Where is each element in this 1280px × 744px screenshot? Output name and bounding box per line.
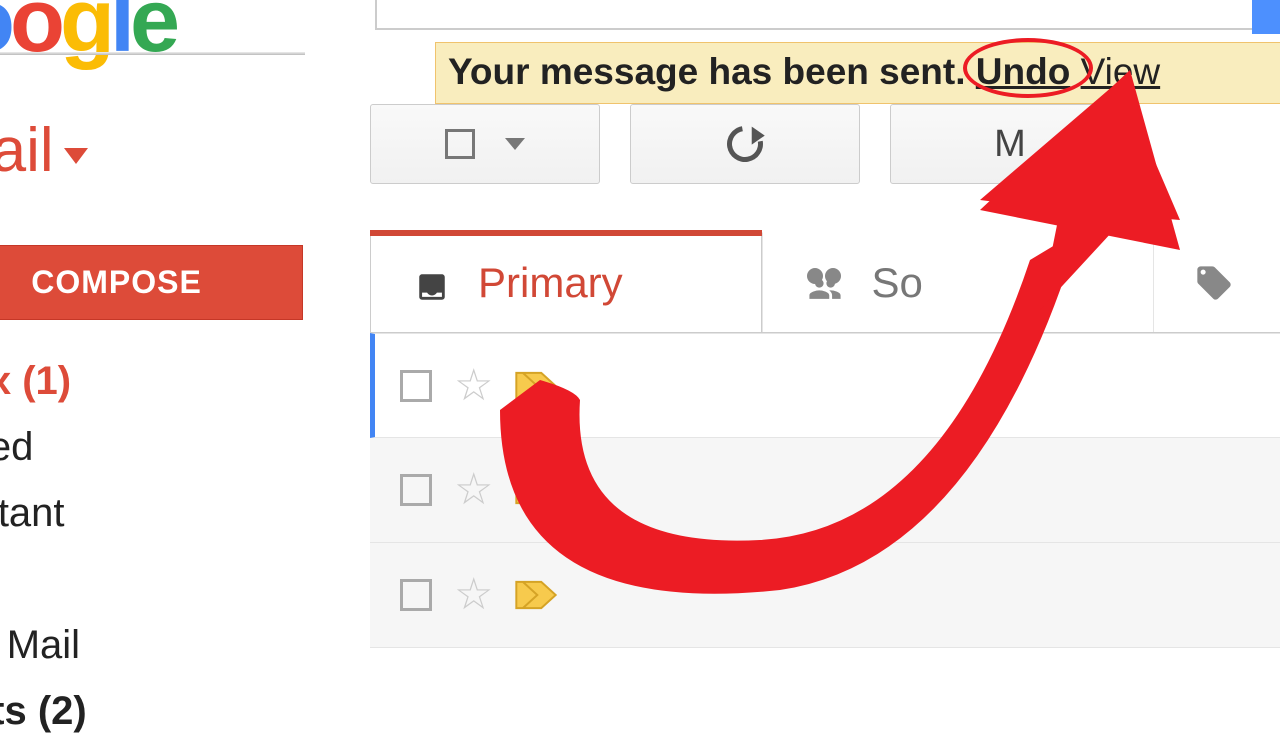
toast-text: Your message has been sent. (448, 51, 966, 92)
undo-link[interactable]: Undo (976, 51, 1071, 92)
folder-nav: box (1) arred portant ats ent Mail rafts… (0, 348, 87, 744)
refresh-icon (720, 119, 770, 169)
category-tabs: Primary So (370, 232, 1280, 333)
tab-primary[interactable]: Primary (370, 232, 762, 332)
inbox-icon (411, 266, 453, 300)
nav-chats[interactable]: ats (0, 546, 87, 612)
gmail-label-text: mail (0, 115, 54, 186)
search-button[interactable] (1252, 0, 1280, 34)
row-checkbox[interactable] (400, 370, 432, 402)
sent-toast: Your message has been sent. Undo View (435, 42, 1280, 104)
nav-sent-mail[interactable]: ent Mail (0, 612, 87, 678)
message-row[interactable]: ☆ (370, 543, 1280, 648)
star-icon[interactable]: ☆ (454, 468, 493, 512)
tab-primary-label: Primary (478, 259, 623, 307)
importance-marker-icon[interactable] (515, 371, 555, 401)
toolbar: M (370, 104, 1130, 184)
checkbox-icon (445, 129, 475, 159)
message-row[interactable]: ☆ (370, 333, 1280, 438)
more-button[interactable]: M (890, 104, 1130, 184)
refresh-button[interactable] (630, 104, 860, 184)
message-list: ☆ ☆ ☆ (370, 333, 1280, 648)
tag-icon (1194, 263, 1234, 303)
search-input[interactable] (375, 0, 1280, 30)
gmail-dropdown[interactable]: mail (0, 115, 88, 186)
nav-drafts[interactable]: rafts (2) (0, 678, 87, 744)
row-checkbox[interactable] (400, 474, 432, 506)
nav-inbox[interactable]: box (1) (0, 348, 87, 414)
caret-down-icon (64, 148, 88, 164)
select-dropdown-button[interactable] (370, 104, 600, 184)
message-row[interactable]: ☆ (370, 438, 1280, 543)
star-icon[interactable]: ☆ (454, 364, 493, 408)
importance-marker-icon[interactable] (515, 580, 555, 610)
tab-social[interactable]: So (762, 232, 1154, 332)
more-label: M (994, 123, 1026, 166)
importance-marker-icon[interactable] (515, 475, 555, 505)
nav-starred[interactable]: arred (0, 414, 87, 480)
tab-promotions[interactable] (1153, 232, 1280, 332)
nav-important[interactable]: portant (0, 480, 87, 546)
logo-shadow (0, 52, 305, 55)
chevron-down-icon (505, 138, 525, 150)
google-logo: oogle (0, 0, 175, 73)
tab-social-label: So (872, 259, 923, 307)
people-icon (803, 268, 847, 298)
view-message-link[interactable]: View (1081, 51, 1161, 92)
compose-button[interactable]: COMPOSE (0, 245, 303, 320)
row-checkbox[interactable] (400, 579, 432, 611)
star-icon[interactable]: ☆ (454, 573, 493, 617)
